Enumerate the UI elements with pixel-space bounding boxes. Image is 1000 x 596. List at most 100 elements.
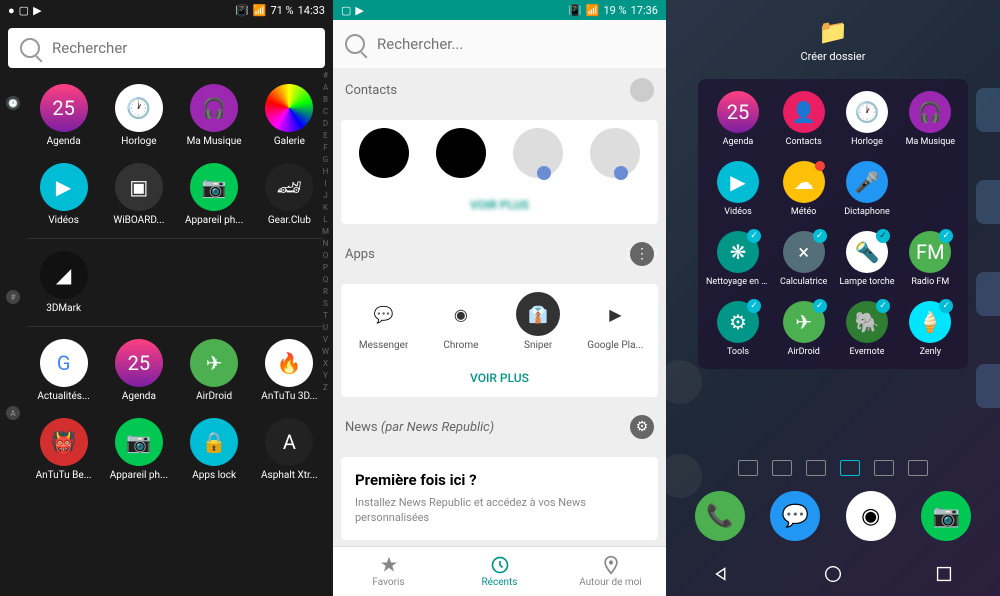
- status-bar: ●▢▶ 📳📶71 %14:33: [0, 0, 333, 20]
- see-more-button[interactable]: VOIR PLUS: [341, 186, 658, 224]
- app-galerie[interactable]: Galerie: [254, 84, 325, 147]
- app-m-t-o[interactable]: ☁ Météo: [774, 161, 833, 217]
- app-agenda[interactable]: 25 Agenda: [103, 339, 174, 402]
- app-icon: × ✓: [783, 231, 825, 273]
- app-antutu-3d---[interactable]: 🔥 AnTuTu 3D...: [254, 339, 325, 402]
- app-label: Tools: [727, 347, 749, 357]
- app-icon: 25: [40, 84, 88, 132]
- app-nettoyage-en-un-clic[interactable]: ❋ ✓ Nettoyage en un clic: [706, 231, 770, 287]
- contact-avatar-empty[interactable]: [590, 128, 640, 178]
- app-actualit-s---[interactable]: G Actualités...: [28, 339, 99, 402]
- folder-header[interactable]: 📁 Créer dossier: [666, 0, 1000, 71]
- dock-app[interactable]: 📷: [921, 491, 971, 541]
- app-horloge[interactable]: 🕐 Horloge: [837, 91, 896, 147]
- app-ma-musique[interactable]: 🎧 Ma Musique: [901, 91, 960, 147]
- app-apps-lock[interactable]: 🔒 Apps lock: [179, 418, 250, 481]
- see-more-button[interactable]: VOIR PLUS: [341, 359, 658, 397]
- tab-label: Favoris: [372, 577, 404, 588]
- search-bar[interactable]: [333, 20, 666, 68]
- app-icon: ▶: [593, 292, 637, 336]
- settings-icon[interactable]: ⚙: [630, 415, 654, 439]
- tab-autour-de-moi[interactable]: Autour de moi: [555, 547, 666, 596]
- check-icon: ✓: [939, 299, 953, 313]
- app-label: Sniper: [524, 340, 552, 351]
- app-icon: ▶: [717, 161, 759, 203]
- contact-avatar[interactable]: [436, 128, 486, 178]
- home-button[interactable]: [822, 563, 844, 585]
- search-bar[interactable]: [8, 28, 325, 68]
- layout-option[interactable]: [840, 460, 860, 476]
- contact-avatar-empty[interactable]: [513, 128, 563, 178]
- app-zenly[interactable]: 🍦 ✓ Zenly: [901, 301, 960, 357]
- layout-option[interactable]: [806, 460, 826, 476]
- app-evernote[interactable]: 🐘 ✓ Evernote: [837, 301, 896, 357]
- app-chrome[interactable]: ◉ Chrome: [426, 292, 496, 351]
- app-contacts[interactable]: 👤 Contacts: [774, 91, 833, 147]
- vibrate-icon: 📳: [235, 4, 249, 17]
- app-messenger[interactable]: 💬 Messenger: [349, 292, 419, 351]
- app-tools[interactable]: ⚙ ✓ Tools: [706, 301, 770, 357]
- search-input[interactable]: [52, 39, 313, 57]
- app-label: Horloge: [121, 136, 156, 147]
- app-icon: ⚙ ✓: [717, 301, 759, 343]
- notification-dot-icon: [815, 161, 825, 171]
- app-ma-musique[interactable]: 🎧 Ma Musique: [179, 84, 250, 147]
- contact-avatar[interactable]: [359, 128, 409, 178]
- app-google-pla---[interactable]: ▶ Google Pla...: [580, 292, 650, 351]
- star-icon: [379, 555, 399, 575]
- recents-button[interactable]: [933, 563, 955, 585]
- news-card[interactable]: Première fois ici ? Installez News Repub…: [341, 457, 658, 540]
- app-agenda[interactable]: 25 Agenda: [706, 91, 770, 147]
- folder-icon: 📁: [666, 18, 1000, 46]
- app-label: Météo: [791, 207, 816, 217]
- apps-grid-icon[interactable]: ⋮⋮⋮: [630, 242, 654, 266]
- youtube-icon: ▶: [33, 4, 41, 17]
- app-antutu-be---[interactable]: 👹 AnTuTu Be...: [28, 418, 99, 481]
- app-label: Apps lock: [192, 470, 236, 481]
- app-label: Ma Musique: [906, 137, 956, 147]
- app-agenda[interactable]: 25 Agenda: [28, 84, 99, 147]
- app-label: Calculatrice: [780, 277, 827, 287]
- tab-favoris[interactable]: Favoris: [333, 547, 444, 596]
- app-appareil-ph---[interactable]: 📷 Appareil ph...: [103, 418, 174, 481]
- dock-app[interactable]: ◉: [846, 491, 896, 541]
- navigation-bar: [666, 552, 1000, 596]
- screen-folder-edit: 📁 Créer dossier 25 Agenda 👤 Contacts 🕐 H…: [666, 0, 1000, 596]
- app-lampe-torche[interactable]: 🔦 ✓ Lampe torche: [837, 231, 896, 287]
- app-appareil-ph---[interactable]: 📷 Appareil ph...: [179, 163, 250, 226]
- app-dictaphone[interactable]: 🎤 Dictaphone: [837, 161, 896, 217]
- tab-label: Autour de moi: [579, 577, 642, 588]
- app-vid-os[interactable]: ▶ Vidéos: [28, 163, 99, 226]
- app-label: Ma Musique: [187, 136, 242, 147]
- app-label: Nettoyage en un clic: [706, 277, 770, 287]
- search-input[interactable]: [377, 35, 654, 53]
- app-vid-os[interactable]: ▶ Vidéos: [706, 161, 770, 217]
- vibrate-icon: 📳: [568, 4, 582, 17]
- contact-header-icon[interactable]: [630, 78, 654, 102]
- app-label: Contacts: [786, 137, 822, 147]
- layout-option[interactable]: [874, 460, 894, 476]
- app-radio-fm[interactable]: FM ✓ Radio FM: [901, 231, 960, 287]
- back-button[interactable]: [711, 563, 733, 585]
- app-gear-club[interactable]: 🏎 Gear.Club: [254, 163, 325, 226]
- app-icon: 📷: [190, 163, 238, 211]
- app-icon: 🔒: [190, 418, 238, 466]
- folder-label: Créer dossier: [666, 50, 1000, 63]
- app-airdroid[interactable]: ✈ AirDroid: [179, 339, 250, 402]
- app-sniper[interactable]: 👔 Sniper: [503, 292, 573, 351]
- app-calculatrice[interactable]: × ✓ Calculatrice: [774, 231, 833, 287]
- layout-option[interactable]: [738, 460, 758, 476]
- folder-grid: 25 Agenda 👤 Contacts 🕐 Horloge 🎧 Ma Musi…: [698, 79, 968, 369]
- dock-app[interactable]: 📞: [695, 491, 745, 541]
- layout-option[interactable]: [908, 460, 928, 476]
- app-3dmark[interactable]: ◢ 3DMark: [28, 251, 99, 314]
- news-source: (par News Republic): [381, 420, 494, 435]
- app-airdroid[interactable]: ✈ ✓ AirDroid: [774, 301, 833, 357]
- tab-récents[interactable]: Récents: [444, 547, 555, 596]
- app-asphalt-xtr---[interactable]: A Asphalt Xtr...: [254, 418, 325, 481]
- time-label: 17:36: [631, 4, 658, 17]
- dock-app[interactable]: 💬: [770, 491, 820, 541]
- app-wiboard---[interactable]: ▣ WiBOARD...: [103, 163, 174, 226]
- app-horloge[interactable]: 🕐 Horloge: [103, 84, 174, 147]
- layout-option[interactable]: [772, 460, 792, 476]
